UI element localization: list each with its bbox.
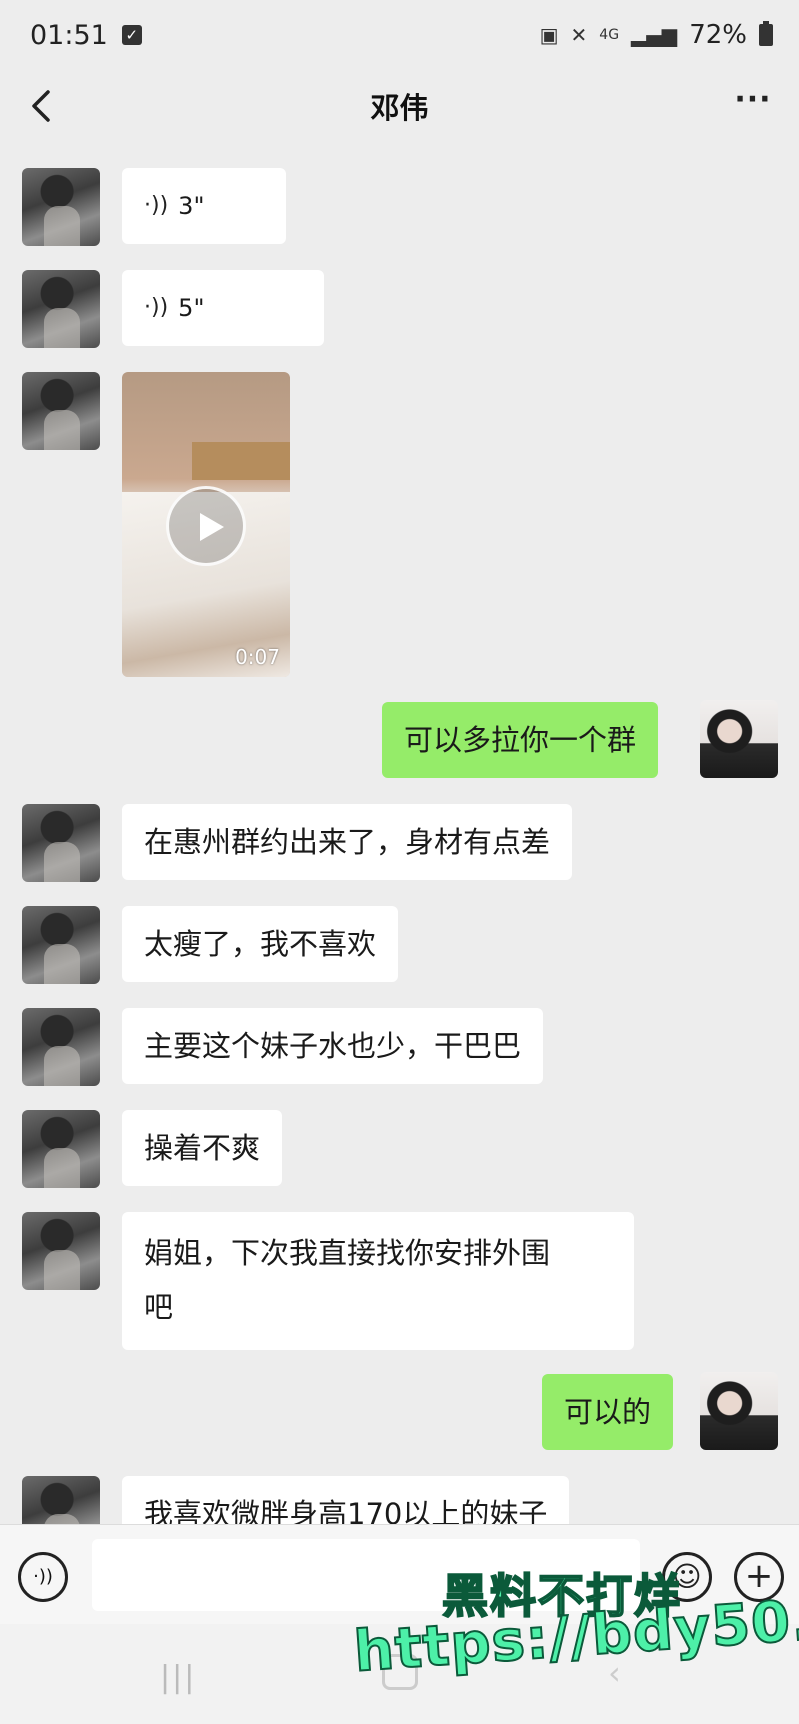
video-message[interactable]: 0:07 <box>122 372 290 677</box>
lock-icon: ▣ <box>539 23 559 47</box>
notification-check-icon: ✓ <box>121 25 142 45</box>
voice-wave-icon: ·)) <box>33 1566 53 1587</box>
outgoing-message[interactable]: 可以的 <box>542 1374 674 1450</box>
status-right: ▣ ✕ 4G ▂▄▆ 72% <box>540 20 773 50</box>
incoming-message[interactable]: 娟姐，下次我直接找你安排外围 吧 <box>122 1212 634 1350</box>
status-bar: 01:51 ✓ ▣ ✕ 4G ▂▄▆ 72% <box>0 0 799 70</box>
title-bar: 邓伟 ··· <box>0 70 799 142</box>
contact-avatar[interactable] <box>22 1110 100 1188</box>
battery-percent: 72% <box>689 20 747 50</box>
voice-wave-icon: ·)) <box>144 193 169 218</box>
contact-avatar[interactable] <box>22 372 100 450</box>
voice-input-button[interactable]: ·)) <box>18 1552 68 1602</box>
status-time: 01:51 <box>30 19 108 51</box>
voice-wave-icon: ·)) <box>144 295 169 320</box>
self-avatar[interactable] <box>700 1372 778 1450</box>
contact-avatar[interactable] <box>22 804 100 882</box>
incoming-message[interactable]: 操着不爽 <box>122 1110 283 1186</box>
back-button[interactable] <box>22 86 62 126</box>
mute-icon: ✕ <box>570 23 588 47</box>
incoming-message[interactable]: 在惠州群约出来了，身材有点差 <box>122 804 573 880</box>
chat-title: 邓伟 <box>370 91 429 125</box>
status-left: 01:51 ✓ <box>30 20 142 51</box>
play-icon[interactable] <box>166 486 246 566</box>
video-scene-table <box>192 442 290 480</box>
voice-duration: 3" <box>178 192 205 220</box>
self-avatar[interactable] <box>700 700 778 778</box>
signal-icon: ▂▄▆ <box>631 23 678 47</box>
network-type: 4G <box>599 27 620 43</box>
recent-apps-button[interactable]: ||| <box>160 1660 200 1696</box>
more-button[interactable]: ··· <box>733 85 773 126</box>
battery-icon <box>759 21 773 46</box>
contact-avatar[interactable] <box>22 1008 100 1086</box>
contact-avatar[interactable] <box>22 1212 100 1290</box>
contact-avatar[interactable] <box>22 168 100 246</box>
voice-message[interactable]: ·)) 5" <box>122 270 324 346</box>
contact-avatar[interactable] <box>22 906 100 984</box>
video-duration: 0:07 <box>235 645 280 669</box>
voice-duration: 5" <box>178 294 205 322</box>
contact-avatar[interactable] <box>22 270 100 348</box>
incoming-message[interactable]: 主要这个妹子水也少，干巴巴 <box>122 1008 544 1084</box>
chevron-left-icon <box>32 90 50 122</box>
outgoing-message[interactable]: 可以多拉你一个群 <box>382 702 659 778</box>
incoming-message[interactable]: 太瘦了，我不喜欢 <box>122 906 399 982</box>
more-dots-icon: ··· <box>734 82 772 117</box>
voice-message[interactable]: ·)) 3" <box>122 168 286 244</box>
